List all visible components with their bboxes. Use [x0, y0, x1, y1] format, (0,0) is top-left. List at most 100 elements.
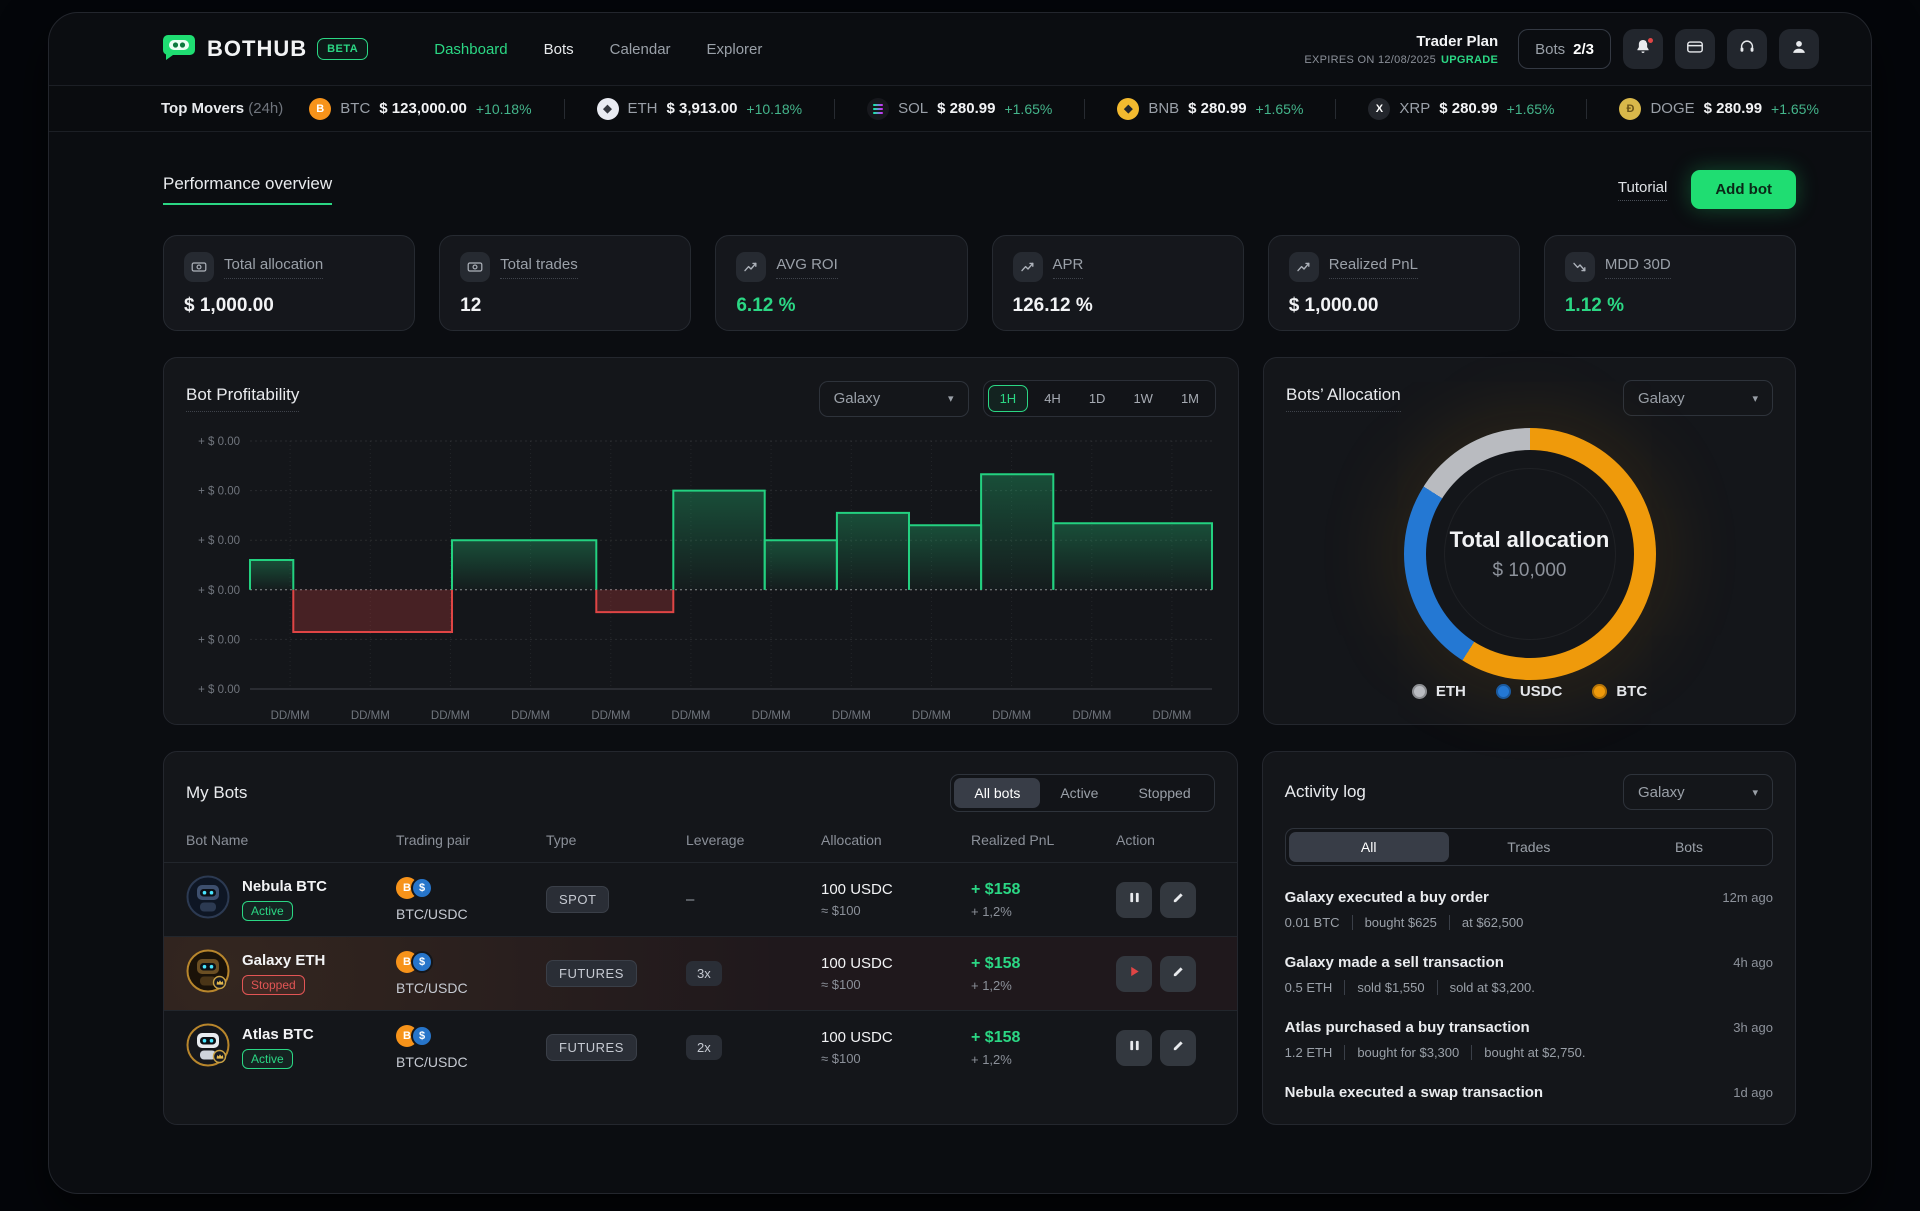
my-bots-tab-stopped[interactable]: Stopped: [1118, 778, 1210, 808]
bots-table-body: Nebula BTCActiveB$BTC/USDCSPOT–100 USDC≈…: [164, 862, 1237, 1084]
bot-name: Galaxy ETH: [242, 952, 325, 969]
activity-entry-time: 3h ago: [1733, 1020, 1773, 1035]
ticker-bnb: ◆BNB$ 280.99+1.65%: [1117, 98, 1303, 120]
profitability-title: Bot Profitability: [186, 385, 299, 412]
my-bots-tabs: All botsActiveStopped: [950, 774, 1214, 812]
tutorial-link[interactable]: Tutorial: [1618, 179, 1667, 201]
activity-detail: sold at $3,200.: [1437, 980, 1535, 995]
activity-bot-dropdown[interactable]: Galaxy ▾: [1623, 774, 1773, 810]
allocation-approx: ≈ $100: [821, 1051, 971, 1066]
type-chip: FUTURES: [546, 1034, 637, 1061]
upgrade-link[interactable]: UPGRADE: [1441, 54, 1498, 66]
timeframe-1h[interactable]: 1H: [988, 385, 1029, 412]
activity-entry-time: 1d ago: [1733, 1085, 1773, 1100]
nav-item-explorer[interactable]: Explorer: [707, 41, 763, 58]
bot-name-wrap: Atlas BTCActive: [242, 1026, 314, 1069]
add-bot-button[interactable]: Add bot: [1691, 170, 1796, 209]
pair-icons: B$: [396, 877, 546, 899]
allocation-legend: ETHUSDCBTC: [1264, 683, 1795, 700]
trading-pair-cell: B$BTC/USDC: [396, 1025, 546, 1070]
timeframe-1w[interactable]: 1W: [1121, 385, 1165, 412]
activity-tab-all[interactable]: All: [1289, 832, 1449, 862]
activity-tab-bots[interactable]: Bots: [1609, 832, 1769, 862]
activity-detail: 1.2 ETH: [1285, 1045, 1333, 1060]
bot-name-cell: Galaxy ETHStopped: [186, 949, 396, 998]
stat-card-top: MDD 30D: [1565, 252, 1775, 282]
nav-item-dashboard[interactable]: Dashboard: [434, 41, 507, 58]
nebula-bot-avatar: [186, 875, 230, 924]
app-title: BOTHUB: [207, 36, 307, 62]
activity-detail: 0.5 ETH: [1285, 980, 1333, 995]
stat-card-top: Total trades: [460, 252, 670, 282]
chevron-down-icon: ▾: [1752, 786, 1758, 799]
profile-button[interactable]: [1779, 29, 1819, 69]
pnl-value: + $158: [971, 955, 1116, 973]
stat-value: 12: [460, 295, 670, 317]
my-bots-tab-all-bots[interactable]: All bots: [954, 778, 1040, 808]
bot-name-cell: Nebula BTCActive: [186, 875, 396, 924]
legend-label: BTC: [1616, 683, 1647, 700]
main-content: Performance overview Tutorial Add bot To…: [49, 170, 1871, 1125]
trend-down-icon: [1565, 252, 1595, 282]
plan-info: Trader Plan EXPIRES ON 12/08/2025UPGRADE: [1304, 33, 1498, 66]
allocation-bot-dropdown[interactable]: Galaxy ▾: [1623, 380, 1773, 416]
ticker-price: $ 123,000.00: [379, 100, 467, 117]
profitability-chart: DD/MMDD/MMDD/MMDD/MMDD/MMDD/MMDD/MMDD/MM…: [186, 431, 1216, 730]
pnl-cell: + $158+ 1,2%: [971, 881, 1116, 919]
bot-row-atlas-btc[interactable]: Atlas BTCActiveB$BTC/USDCFUTURES2x100 US…: [164, 1010, 1237, 1084]
pnl-percent: + 1,2%: [971, 904, 1116, 919]
pause-bot-button[interactable]: [1116, 1030, 1152, 1066]
ticker-doge: ÐDOGE$ 280.99+1.65%: [1619, 98, 1818, 120]
user-icon: [1790, 38, 1808, 61]
legend-item-btc: BTC: [1592, 683, 1647, 700]
ticker-divider: [1084, 99, 1085, 119]
pnl-cell: + $158+ 1,2%: [971, 955, 1116, 993]
svg-text:DD/MM: DD/MM: [511, 710, 550, 722]
timeframe-group: 1H4H1D1W1M: [983, 380, 1216, 417]
svg-text:DD/MM: DD/MM: [912, 710, 951, 722]
logo[interactable]: BOTHUB BETA: [161, 33, 368, 66]
activity-entry-title: Galaxy executed a buy order: [1285, 889, 1489, 906]
pause-bot-button[interactable]: [1116, 882, 1152, 918]
activity-tab-trades[interactable]: Trades: [1449, 832, 1609, 862]
activity-entry: Nebula executed a swap transaction1d ago: [1285, 1071, 1773, 1112]
stat-label: APR: [1053, 256, 1084, 279]
support-button[interactable]: [1727, 29, 1767, 69]
actions-cell: [1116, 956, 1215, 992]
my-bots-tab-active[interactable]: Active: [1040, 778, 1118, 808]
bots-counter-value: 2/3: [1573, 41, 1594, 58]
ticker-xrp: XXRP$ 280.99+1.65%: [1368, 98, 1554, 120]
activity-detail: at $62,500: [1449, 915, 1523, 930]
timeframe-4h[interactable]: 4H: [1032, 385, 1073, 412]
ticker-period: (24h): [248, 100, 283, 117]
play-bot-button[interactable]: [1116, 956, 1152, 992]
type-cell: FUTURES: [546, 1034, 686, 1061]
timeframe-1m[interactable]: 1M: [1169, 385, 1211, 412]
timeframe-1d[interactable]: 1D: [1077, 385, 1118, 412]
ticker-change: +1.65%: [1507, 101, 1555, 117]
donut-center-value: $ 10,000: [1493, 560, 1567, 582]
my-bots-title: My Bots: [186, 783, 247, 803]
edit-bot-button[interactable]: [1160, 956, 1196, 992]
edit-bot-button[interactable]: [1160, 882, 1196, 918]
wallet-button[interactable]: [1675, 29, 1715, 69]
stat-card-top: APR: [1013, 252, 1223, 282]
notifications-button[interactable]: [1623, 29, 1663, 69]
stat-label: Total allocation: [224, 256, 323, 279]
bot-name-wrap: Nebula BTCActive: [242, 878, 327, 921]
bot-row-galaxy-eth[interactable]: Galaxy ETHStoppedB$BTC/USDCFUTURES3x100 …: [164, 936, 1237, 1010]
chevron-down-icon: ▾: [1752, 392, 1758, 405]
edit-bot-button[interactable]: [1160, 1030, 1196, 1066]
profitability-bot-dropdown[interactable]: Galaxy ▾: [819, 381, 969, 417]
bot-row-nebula-btc[interactable]: Nebula BTCActiveB$BTC/USDCSPOT–100 USDC≈…: [164, 862, 1237, 936]
ticker-coins: BBTC$ 123,000.00+10.18%◆ETH$ 3,913.00+10…: [309, 98, 1819, 120]
bots-counter-button[interactable]: Bots 2/3: [1518, 29, 1611, 69]
actions-cell: [1116, 882, 1215, 918]
nav-item-calendar[interactable]: Calendar: [610, 41, 671, 58]
ticker-symbol: BNB: [1148, 100, 1179, 117]
banknote-icon: [184, 252, 214, 282]
allocation-value: 100 USDC: [821, 881, 971, 898]
wallet-icon: [1686, 38, 1704, 61]
legend-label: ETH: [1436, 683, 1466, 700]
nav-item-bots[interactable]: Bots: [544, 41, 574, 58]
